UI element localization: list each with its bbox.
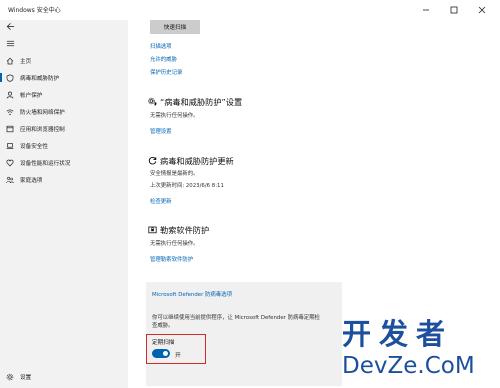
settings-section-title: “病毒和威胁防护”设置	[160, 97, 243, 107]
defender-options-description: 你可以继续使用当前提供程序，让 Microsoft Defender 防病毒定期…	[152, 315, 320, 329]
minimize-button[interactable]	[412, 0, 440, 20]
maximize-icon	[450, 6, 458, 14]
back-arrow-icon	[6, 22, 14, 30]
last-update-time: 上次更新时间: 2023/6/6 8:11	[150, 183, 224, 189]
sidebar-item-firewall[interactable]: 防火墙和网络保护	[0, 103, 128, 120]
app-window-icon	[5, 124, 14, 133]
periodic-scan-toggle-state: 开	[175, 353, 181, 359]
sidebar-item-label: 家庭选项	[20, 177, 43, 184]
sidebar-item-label: 主页	[20, 58, 32, 65]
scan-options-link[interactable]: 扫描选项	[150, 42, 172, 50]
sidebar-item-app-browser-control[interactable]: 应用和浏览器控制	[0, 120, 128, 137]
sidebar-item-virus-protection[interactable]: 病毒和威胁防护	[0, 69, 128, 86]
settings-gear-shield-icon	[148, 97, 157, 106]
minimize-icon	[423, 9, 429, 11]
hamburger-menu-button[interactable]	[4, 37, 16, 49]
window-title: Windows 安全中心	[8, 7, 61, 14]
sidebar-item-home[interactable]: 主页	[0, 52, 128, 69]
check-updates-link[interactable]: 检查更新	[150, 197, 172, 205]
hamburger-icon	[6, 40, 14, 46]
periodic-scan-toggle[interactable]	[152, 349, 170, 358]
periodic-scan-label: 定期扫描	[152, 340, 175, 346]
shield-icon	[5, 73, 14, 82]
manage-settings-link[interactable]: 管理设置	[150, 127, 172, 135]
defender-options-title[interactable]: Microsoft Defender 防病毒选项	[152, 290, 232, 298]
gear-icon	[5, 372, 14, 381]
windows-security-window: Windows 安全中心 主页 病毒和威胁防护 帐户保护 防火墙和网络保护 应用…	[0, 0, 500, 388]
sidebar-item-label: 帐户保护	[20, 92, 43, 99]
protection-history-link[interactable]: 保护历史记录	[150, 68, 182, 76]
wifi-icon	[5, 107, 14, 116]
close-icon	[478, 6, 486, 14]
laptop-icon	[5, 141, 14, 150]
sidebar-item-label: 病毒和威胁防护	[20, 75, 60, 82]
title-bar: Windows 安全中心	[0, 0, 500, 20]
sidebar-item-label: 设备性能和运行状况	[20, 160, 71, 167]
sidebar-item-settings[interactable]: 设置	[0, 368, 128, 385]
settings-section-status: 无需执行任何操作。	[150, 113, 199, 119]
heart-icon	[5, 158, 14, 167]
ransomware-folder-icon	[148, 225, 157, 234]
allowed-threats-link[interactable]: 允许的威胁	[150, 55, 177, 63]
ransomware-section-title: 勒索软件防护	[160, 225, 210, 235]
watermark: 开发者 DevZe.CoM	[342, 318, 496, 384]
maximize-button[interactable]	[440, 0, 468, 20]
close-button[interactable]	[468, 0, 496, 20]
defender-options-panel: Microsoft Defender 防病毒选项 你可以继续使用当前提供程序，让…	[146, 282, 342, 386]
watermark-cn: 开发者	[342, 317, 454, 351]
ransomware-section-status: 无需执行任何操作。	[150, 241, 199, 247]
quick-scan-button[interactable]: 快速扫描	[150, 20, 200, 34]
sidebar-item-label: 防火墙和网络保护	[20, 109, 65, 116]
updates-section-title: 病毒和威胁防护更新	[160, 156, 234, 166]
active-indicator	[0, 73, 2, 82]
sidebar-item-device-security[interactable]: 设备安全性	[0, 137, 128, 154]
sidebar-item-family-options[interactable]: 家庭选项	[0, 171, 128, 188]
home-icon	[5, 56, 14, 65]
watermark-en: DevZe.CoM	[342, 353, 475, 379]
sidebar-item-device-performance[interactable]: 设备性能和运行状况	[0, 154, 128, 171]
sidebar-item-label: 应用和浏览器控制	[20, 126, 65, 133]
family-icon	[5, 175, 14, 184]
sidebar: 主页 病毒和威胁防护 帐户保护 防火墙和网络保护 应用和浏览器控制 设备安全性 …	[0, 20, 128, 388]
manage-ransomware-link[interactable]: 管理勒索软件防护	[150, 255, 193, 263]
back-button[interactable]	[4, 20, 16, 32]
sidebar-item-label: 设备安全性	[20, 143, 48, 150]
sidebar-item-account-protection[interactable]: 帐户保护	[0, 86, 128, 103]
sidebar-item-label: 设置	[20, 374, 32, 381]
person-icon	[5, 90, 14, 99]
toggle-knob	[163, 351, 168, 356]
refresh-icon	[148, 156, 157, 165]
updates-section-status: 安全情报是最新的。	[150, 171, 199, 177]
